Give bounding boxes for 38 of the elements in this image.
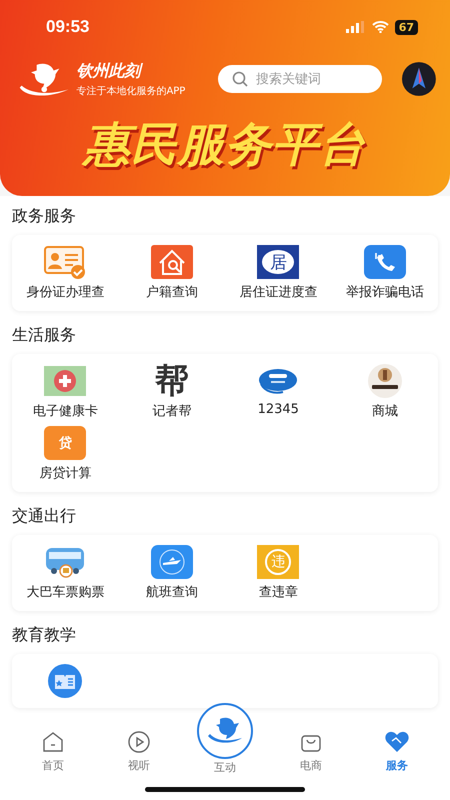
icon-glyph: 违 bbox=[265, 549, 292, 575]
search-field[interactable]: 搜索关键词 bbox=[218, 65, 382, 93]
home-icon bbox=[41, 730, 65, 754]
service-label[interactable]: 记者帮 bbox=[152, 402, 192, 420]
play-icon bbox=[127, 730, 151, 754]
section-title: 生活服务 bbox=[12, 324, 77, 346]
service-label[interactable]: 身份证办理查 bbox=[26, 283, 104, 301]
section-title: 政务服务 bbox=[12, 205, 77, 227]
tab-item[interactable]: 电商 bbox=[276, 720, 346, 800]
signal-icon bbox=[346, 21, 366, 33]
service-icon[interactable] bbox=[44, 545, 86, 579]
service-icon[interactable]: 居 bbox=[257, 245, 300, 279]
service-label[interactable]: 商城 bbox=[372, 402, 398, 420]
service-label[interactable]: 查违章 bbox=[258, 583, 298, 601]
service-label[interactable]: 12345 bbox=[258, 402, 299, 417]
tab-item[interactable]: 视听 bbox=[104, 720, 174, 800]
battery-level: 67 bbox=[394, 20, 418, 34]
icon-glyph: 贷 bbox=[58, 434, 72, 452]
tab-item[interactable]: 服务 bbox=[362, 720, 432, 800]
service-label[interactable]: 电子健康卡 bbox=[32, 402, 98, 420]
section-title: 交通出行 bbox=[12, 505, 77, 527]
service-label[interactable]: 户籍查询 bbox=[146, 283, 198, 301]
app-slogan: 专注于本地化服务的APP bbox=[76, 84, 186, 98]
banner-title: 惠民服务平台 bbox=[84, 114, 366, 176]
section-title: 教育教学 bbox=[12, 624, 77, 646]
wifi-icon bbox=[372, 21, 389, 33]
status-time: 09:53 bbox=[46, 17, 90, 37]
service-label[interactable]: 航班查询 bbox=[146, 583, 198, 601]
icon-glyph: 居 bbox=[262, 250, 294, 274]
search-icon bbox=[232, 71, 248, 87]
service-label[interactable]: 举报诈骗电话 bbox=[346, 283, 424, 301]
service-label[interactable]: 居住证进度查 bbox=[239, 283, 318, 301]
tab-item[interactable]: 互动 bbox=[190, 702, 260, 800]
service-label[interactable]: 房贷计算 bbox=[39, 464, 92, 482]
app-name: 钦州此刻 bbox=[76, 60, 208, 82]
tab-item[interactable]: 首页 bbox=[18, 720, 88, 800]
avatar-icon[interactable] bbox=[402, 61, 436, 97]
service-label[interactable]: 大巴车票购票 bbox=[26, 583, 104, 601]
